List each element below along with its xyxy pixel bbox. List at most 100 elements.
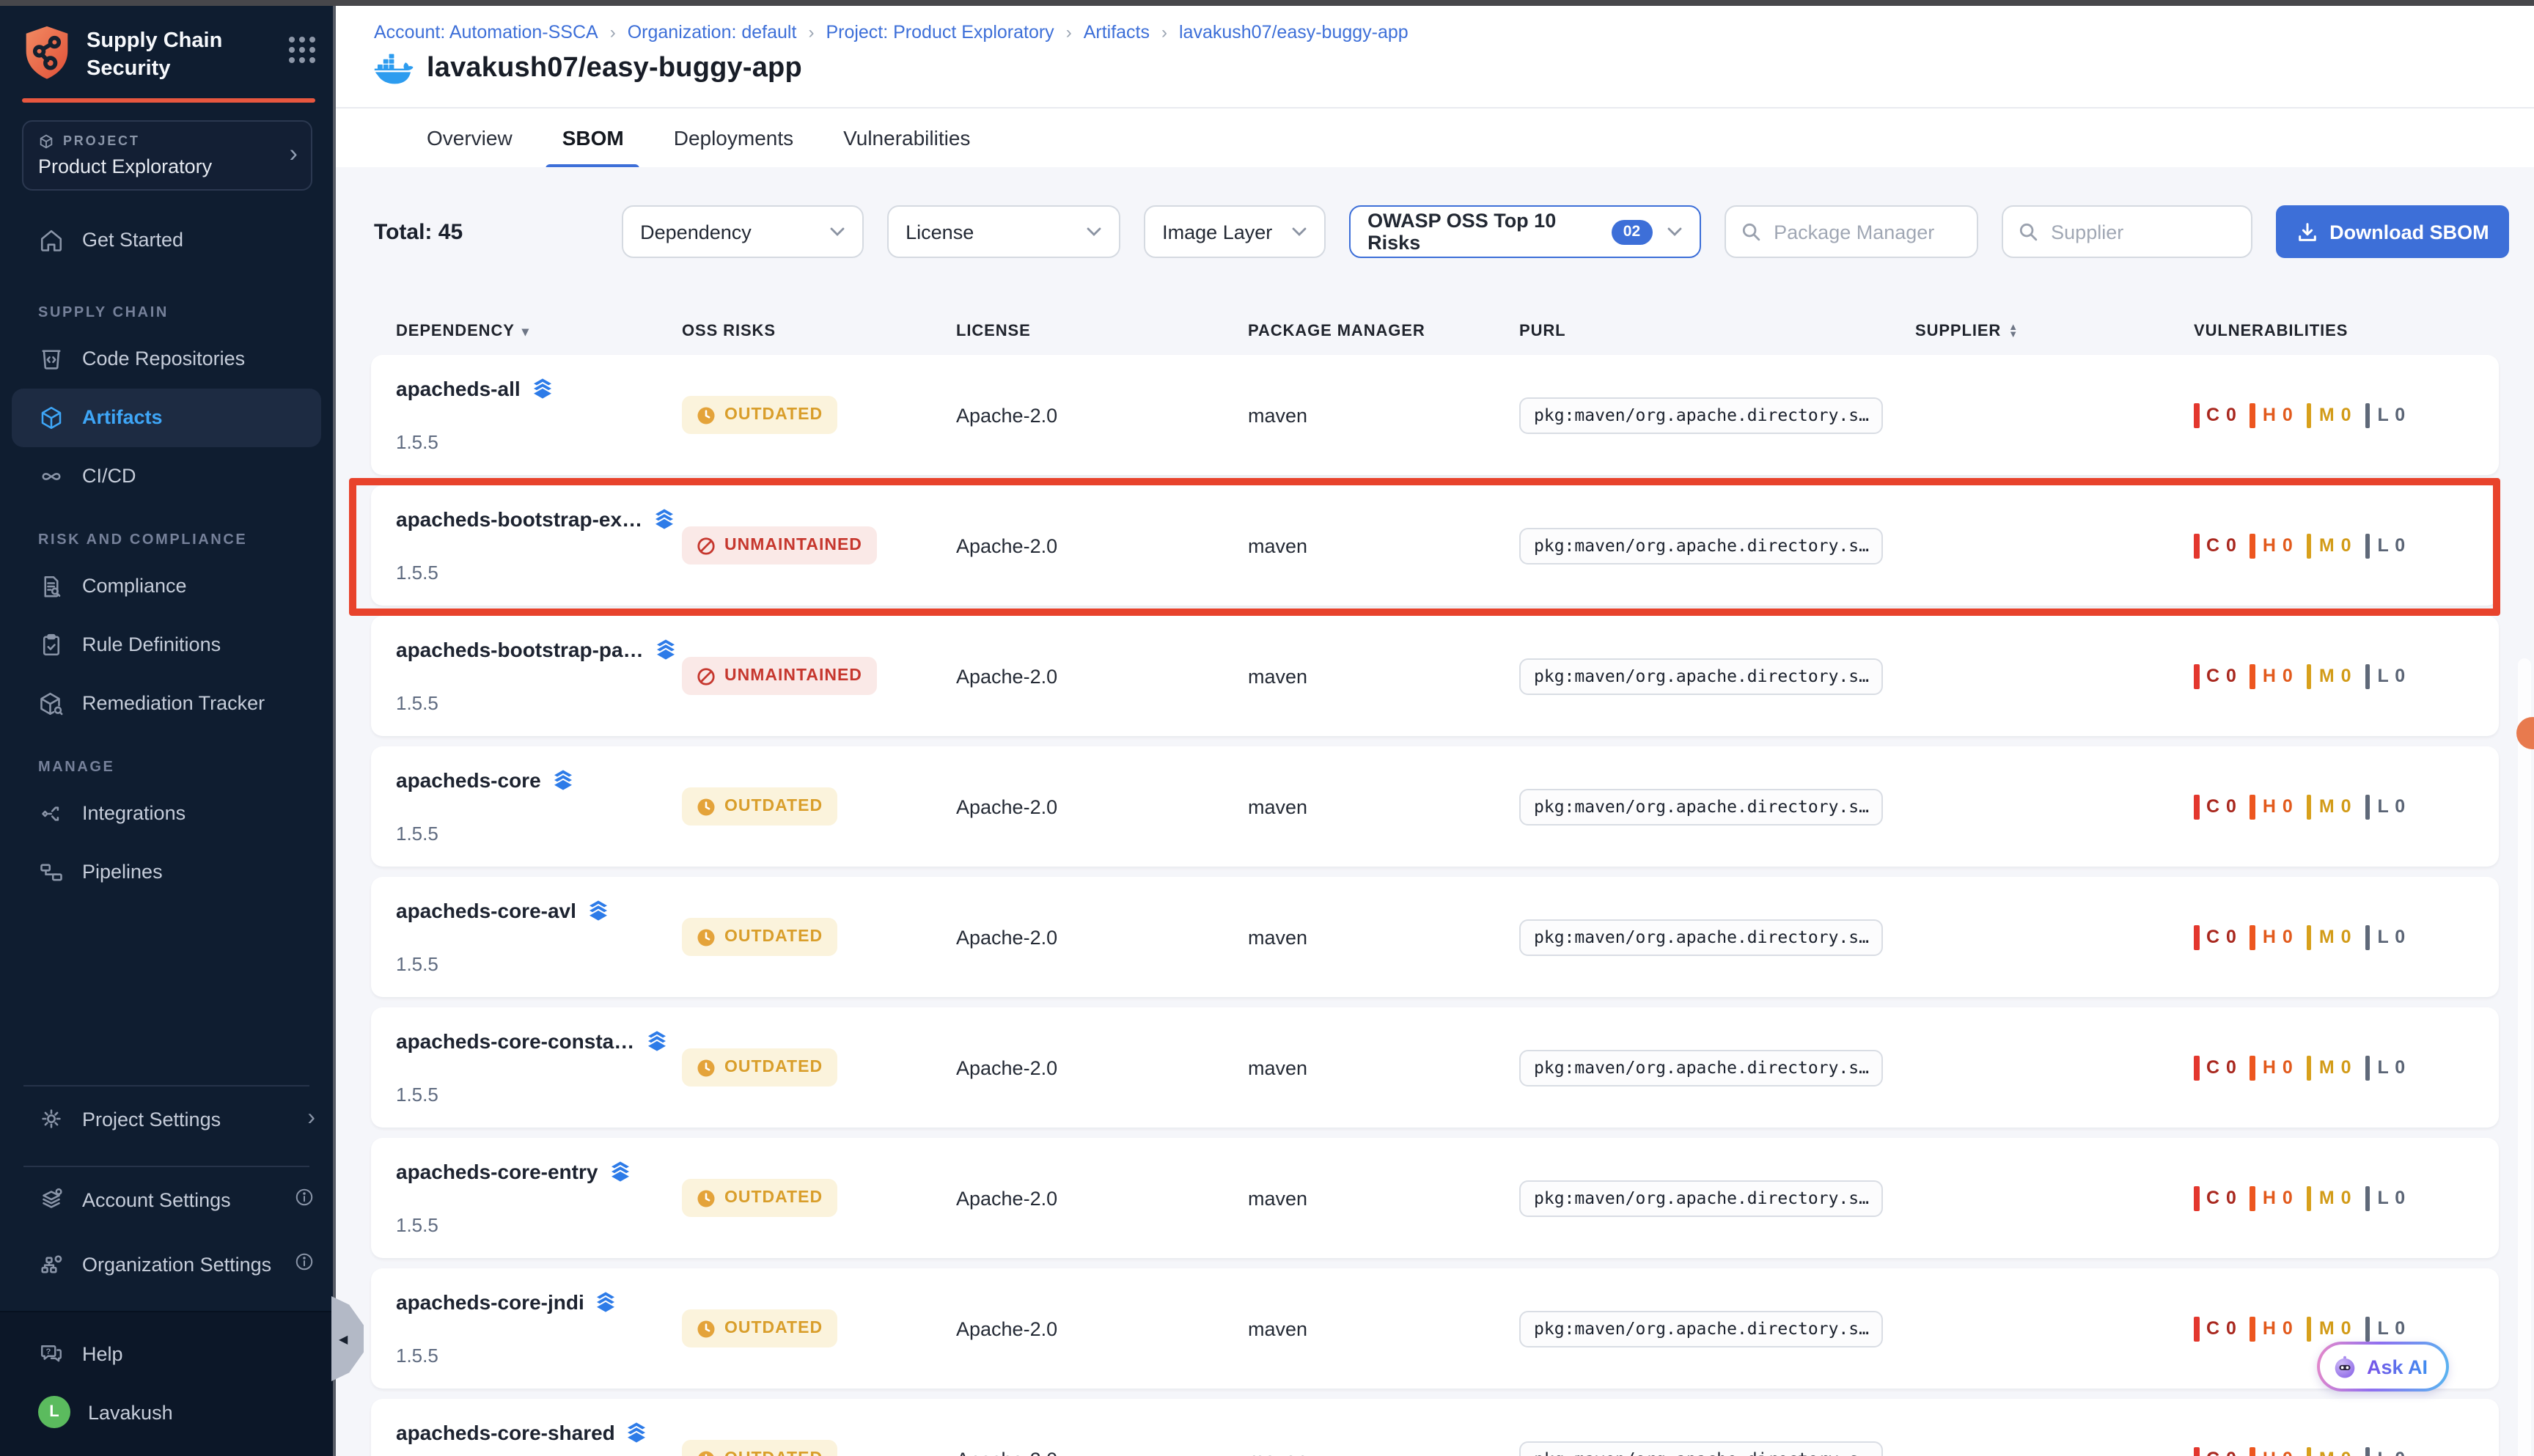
- severity-bar-icon: [2194, 1185, 2199, 1210]
- table-row[interactable]: apacheds-core-jndi 1.5.5 OUTDATED Apache…: [371, 1268, 2499, 1389]
- vuln-count-medium: M 0: [2307, 794, 2352, 819]
- purl-value[interactable]: pkg:maven/org.apache.directory.s…: [1519, 919, 1884, 955]
- severity-bar-icon: [2307, 402, 2312, 427]
- tab-bar: Overview SBOM Deployments Vulnerabilities: [336, 107, 2534, 169]
- table-row[interactable]: apacheds-core-consta… 1.5.5 OUTDATED Apa…: [371, 1007, 2499, 1128]
- ai-robot-icon: [2332, 1353, 2358, 1380]
- sidebar-section-label: RISK AND COMPLIANCE: [38, 532, 333, 548]
- oss-risk-badge: OUTDATED: [682, 396, 837, 434]
- docker-whale-icon: [374, 53, 414, 85]
- sidebar-item-organization-settings[interactable]: Organization Settings: [0, 1232, 333, 1296]
- layers-icon: [653, 507, 676, 531]
- layers-icon: [587, 899, 610, 922]
- table-row[interactable]: apacheds-core-entry 1.5.5 OUTDATED Apach…: [371, 1138, 2499, 1258]
- severity-bar-icon: [2250, 1316, 2255, 1341]
- purl-value[interactable]: pkg:maven/org.apache.directory.s…: [1519, 1310, 1884, 1347]
- toolbar: Total: 45 DependencyLicenseImage LayerOW…: [374, 205, 2499, 258]
- content-area: Total: 45 DependencyLicenseImage LayerOW…: [336, 167, 2534, 1456]
- vuln-count-critical: C 0: [2194, 1055, 2237, 1080]
- cube-icon: [38, 404, 65, 430]
- dependency-cell: apacheds-all 1.5.5: [396, 377, 682, 453]
- vuln-count-critical: C 0: [2194, 1446, 2237, 1456]
- sidebar-item-remediation-tracker[interactable]: Remediation Tracker: [0, 674, 333, 732]
- clock-icon: [697, 927, 716, 946]
- table-row[interactable]: apacheds-core-avl 1.5.5 OUTDATED Apache-…: [371, 877, 2499, 997]
- sidebar-footer: Project Settings› Account SettingsOrganiz…: [0, 1062, 333, 1456]
- filter-select-license[interactable]: License: [886, 205, 1120, 258]
- breadcrumb-link[interactable]: Account: Automation-SSCA: [374, 22, 598, 43]
- ask-ai-button[interactable]: Ask AI: [2317, 1342, 2448, 1391]
- purl-value[interactable]: pkg:maven/org.apache.directory.s…: [1519, 788, 1884, 825]
- purl-value[interactable]: pkg:maven/org.apache.directory.s…: [1519, 1441, 1884, 1456]
- tab-overview[interactable]: Overview: [424, 126, 515, 169]
- sidebar-item-label: Pipelines: [82, 861, 163, 883]
- table-row[interactable]: apacheds-core 1.5.5 OUTDATED Apache-2.0 …: [371, 746, 2499, 867]
- purl-value[interactable]: pkg:maven/org.apache.directory.s…: [1519, 658, 1884, 694]
- purl-cell: pkg:maven/org.apache.directory.s…: [1519, 1441, 1915, 1456]
- package-manager-cell: maven: [1248, 534, 1519, 556]
- user-menu[interactable]: L Lavakush: [0, 1383, 333, 1441]
- oss-risk-badge: OUTDATED: [682, 787, 837, 826]
- purl-value[interactable]: pkg:maven/org.apache.directory.s…: [1519, 1180, 1884, 1216]
- package-manager-cell: maven: [1248, 795, 1519, 817]
- filter-select-owasp-oss-top-10-risks[interactable]: OWASP OSS Top 10 Risks02: [1348, 205, 1700, 258]
- dependency-cell: apacheds-bootstrap-ex… 1.5.5: [396, 507, 682, 584]
- oss-risk-cell: UNMAINTAINED: [682, 526, 956, 565]
- severity-bar-icon: [2307, 1185, 2312, 1210]
- breadcrumb-link[interactable]: Artifacts: [1084, 22, 1150, 43]
- sidebar-item-rule-definitions[interactable]: Rule Definitions: [0, 615, 333, 674]
- tab-sbom[interactable]: SBOM: [559, 126, 627, 169]
- filter-select-dependency[interactable]: Dependency: [621, 205, 863, 258]
- column-header-supplier[interactable]: SUPPLIER▲▼: [1915, 323, 2194, 340]
- dependency-name: apacheds-bootstrap-ex…: [396, 507, 642, 531]
- tab-vulnerabilities[interactable]: Vulnerabilities: [840, 126, 973, 169]
- oss-risk-badge: UNMAINTAINED: [682, 657, 877, 695]
- oss-risk-cell: OUTDATED: [682, 1440, 956, 1456]
- sidebar-item-artifacts[interactable]: Artifacts: [12, 388, 321, 446]
- search-input[interactable]: [1771, 219, 1961, 244]
- home-icon: [38, 227, 65, 253]
- purl-cell: pkg:maven/org.apache.directory.s…: [1519, 397, 1915, 433]
- license-cell: Apache-2.0: [956, 1448, 1248, 1456]
- sidebar-item-project-settings[interactable]: Project Settings›: [0, 1087, 333, 1151]
- vuln-count-critical: C 0: [2194, 402, 2237, 427]
- table-row[interactable]: apacheds-bootstrap-ex… 1.5.5 UNMAINTAINE…: [371, 485, 2499, 606]
- table-row[interactable]: apacheds-core-shared 1.5.5 OUTDATED Apac…: [371, 1399, 2499, 1456]
- clock-icon: [697, 1058, 716, 1077]
- ask-ai-label: Ask AI: [2367, 1356, 2428, 1378]
- search-input[interactable]: [2048, 219, 2236, 244]
- project-selector[interactable]: PROJECT Product Exploratory ›: [22, 120, 312, 190]
- table-row[interactable]: apacheds-bootstrap-pa… 1.5.5 UNMAINTAINE…: [371, 616, 2499, 736]
- vuln-count-high: H 0: [2250, 663, 2294, 688]
- window-top-strip: [0, 0, 2534, 6]
- sidebar-section-label: SUPPLY CHAIN: [38, 304, 333, 320]
- purl-value[interactable]: pkg:maven/org.apache.directory.s…: [1519, 527, 1884, 564]
- sidebar-item-ci-cd[interactable]: CI/CD: [0, 446, 333, 505]
- vuln-count-low: L 0: [2365, 794, 2406, 819]
- severity-bar-icon: [2250, 663, 2255, 688]
- sidebar-item-account-settings[interactable]: Account Settings: [0, 1167, 333, 1232]
- purl-value[interactable]: pkg:maven/org.apache.directory.s…: [1519, 1049, 1884, 1086]
- download-sbom-button[interactable]: Download SBOM: [2275, 205, 2510, 258]
- breadcrumb-link[interactable]: Project: Product Exploratory: [826, 22, 1054, 43]
- purl-value[interactable]: pkg:maven/org.apache.directory.s…: [1519, 397, 1884, 433]
- breadcrumb-link[interactable]: lavakush07/easy-buggy-app: [1179, 22, 1409, 43]
- sidebar-item-pipelines[interactable]: Pipelines: [0, 842, 333, 901]
- breadcrumb-link[interactable]: Organization: default: [628, 22, 797, 43]
- column-header-dependency[interactable]: DEPENDENCY▾: [396, 323, 682, 340]
- sidebar-item-compliance[interactable]: Compliance: [0, 556, 333, 615]
- filter-select-image-layer[interactable]: Image Layer: [1143, 205, 1325, 258]
- sidebar-item-integrations[interactable]: Integrations: [0, 784, 333, 842]
- tab-deployments[interactable]: Deployments: [671, 126, 796, 169]
- scrollbar-thumb[interactable]: [2518, 658, 2531, 1456]
- sidebar-item-code-repositories[interactable]: Code Repositories: [0, 329, 333, 388]
- sidebar-item-get-started[interactable]: Get Started: [0, 210, 333, 269]
- module-grid-icon[interactable]: [289, 25, 315, 63]
- dependency-cell: apacheds-core-shared 1.5.5: [396, 1421, 682, 1456]
- search-box-package-manager: [1724, 205, 1977, 258]
- layers-icon: [531, 377, 554, 400]
- help-button[interactable]: ? Help: [0, 1324, 333, 1383]
- project-label: PROJECT: [63, 133, 140, 148]
- clipboard-check-icon: [38, 631, 65, 658]
- table-row[interactable]: apacheds-all 1.5.5 OUTDATED Apache-2.0 m…: [371, 355, 2499, 475]
